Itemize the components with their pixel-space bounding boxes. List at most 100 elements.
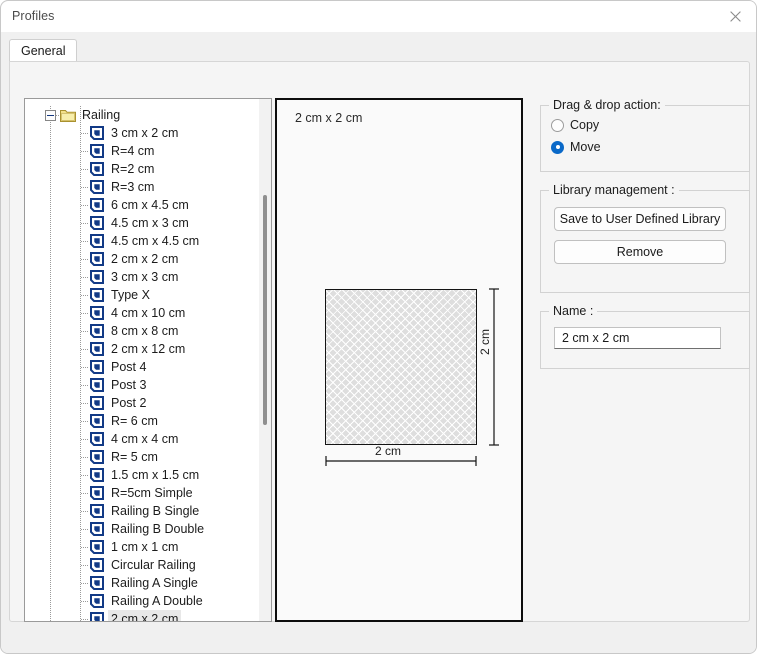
tree-row[interactable]: R=3 cm xyxy=(25,178,261,196)
tree-row[interactable]: R= 5 cm xyxy=(25,448,261,466)
tree-row[interactable]: Post 4 xyxy=(25,358,261,376)
tree-connector xyxy=(81,457,88,458)
tree-row[interactable]: 3 cm x 3 cm xyxy=(25,268,261,286)
tab-general[interactable]: General xyxy=(9,39,77,62)
radio-move[interactable]: Move xyxy=(551,140,601,154)
tree-connector xyxy=(81,619,88,620)
title-bar: Profiles xyxy=(1,1,757,32)
tree-row-label: Railing B Double xyxy=(108,520,207,538)
tree-row-label: 8 cm x 8 cm xyxy=(108,322,181,340)
profile-item-icon xyxy=(90,594,104,608)
name-input[interactable]: 2 cm x 2 cm xyxy=(554,327,721,349)
tree-row[interactable]: R=5cm Simple xyxy=(25,484,261,502)
tree-connector xyxy=(81,439,88,440)
profile-item-icon xyxy=(90,162,104,176)
profile-item-icon xyxy=(90,306,104,320)
tree-row-label: Post 3 xyxy=(108,376,149,394)
tree-row-label: Post 4 xyxy=(108,358,149,376)
radio-copy[interactable]: Copy xyxy=(551,118,599,132)
profile-item-icon xyxy=(90,360,104,374)
tree-row-label: 2 cm x 2 cm xyxy=(108,250,181,268)
profile-item-icon xyxy=(90,540,104,554)
tree-row[interactable]: 3 cm x 2 cm xyxy=(25,124,261,142)
profile-item-icon xyxy=(90,396,104,410)
tree-connector xyxy=(81,313,88,314)
tree-row[interactable]: Railing B Double xyxy=(25,520,261,538)
tree-row[interactable]: 2 cm x 12 cm xyxy=(25,340,261,358)
tree-row-label: R=3 cm xyxy=(108,178,157,196)
drag-drop-group-title: Drag & drop action: xyxy=(549,98,665,112)
tree-row-label: 1.5 cm x 1.5 cm xyxy=(108,466,202,484)
radio-move-mark xyxy=(551,141,564,154)
tree-connector xyxy=(81,565,88,566)
tree-row-label: R=2 cm xyxy=(108,160,157,178)
profile-item-icon xyxy=(90,288,104,302)
tree-connector xyxy=(81,547,88,548)
close-icon xyxy=(730,11,741,22)
radio-copy-label: Copy xyxy=(570,118,599,132)
tree-row[interactable]: 4 cm x 10 cm xyxy=(25,304,261,322)
tree-connector xyxy=(81,241,88,242)
tree-connector xyxy=(81,349,88,350)
tree-row-label: Railing A Single xyxy=(108,574,201,592)
profile-item-icon xyxy=(90,468,104,482)
profile-item-icon xyxy=(90,180,104,194)
profile-item-icon xyxy=(90,216,104,230)
tree-row[interactable]: 8 cm x 8 cm xyxy=(25,322,261,340)
tree-row[interactable]: Post 2 xyxy=(25,394,261,412)
preview-height-label: 2 cm xyxy=(478,329,492,355)
tree-items-container: Railing3 cm x 2 cmR=4 cmR=2 cmR=3 cm6 cm… xyxy=(25,106,261,622)
tree-row[interactable]: Post 3 xyxy=(25,376,261,394)
profile-item-icon xyxy=(90,270,104,284)
expander-collapse-icon[interactable] xyxy=(45,110,56,121)
tree-row[interactable]: Railing B Single xyxy=(25,502,261,520)
tree-row[interactable]: R=4 cm xyxy=(25,142,261,160)
profile-item-icon xyxy=(90,126,104,140)
tree-row-label: R= 6 cm xyxy=(108,412,161,430)
tree-row[interactable]: R= 6 cm xyxy=(25,412,261,430)
profile-item-icon xyxy=(90,324,104,338)
profile-item-icon xyxy=(90,252,104,266)
remove-button-label: Remove xyxy=(617,245,664,259)
profile-item-icon xyxy=(90,450,104,464)
dimension-lines xyxy=(277,100,521,620)
tree-scroll-viewport: Railing3 cm x 2 cmR=4 cmR=2 cmR=3 cm6 cm… xyxy=(25,99,272,622)
tree-connector xyxy=(81,169,88,170)
tree-row[interactable]: Railing A Single xyxy=(25,574,261,592)
tree-vertical-scrollbar[interactable] xyxy=(259,99,271,622)
tree-row[interactable]: 1.5 cm x 1.5 cm xyxy=(25,466,261,484)
tree-row[interactable]: 4.5 cm x 3 cm xyxy=(25,214,261,232)
tree-row[interactable]: 2 cm x 2 cm xyxy=(25,610,261,622)
tree-row[interactable]: 4.5 cm x 4.5 cm xyxy=(25,232,261,250)
tree-row-label: R= 5 cm xyxy=(108,448,161,466)
tree-row[interactable]: Railing A Double xyxy=(25,592,261,610)
save-to-user-defined-library-label: Save to User Defined Library xyxy=(560,212,721,226)
profile-item-icon xyxy=(90,522,104,536)
tree-connector xyxy=(81,205,88,206)
save-to-user-defined-library-button[interactable]: Save to User Defined Library xyxy=(554,207,726,231)
tree-row-label: 4.5 cm x 4.5 cm xyxy=(108,232,202,250)
tree-connector xyxy=(81,259,88,260)
radio-move-label: Move xyxy=(570,140,601,154)
remove-button[interactable]: Remove xyxy=(554,240,726,264)
tree-row-label: R=4 cm xyxy=(108,142,157,160)
tree-row[interactable]: 2 cm x 2 cm xyxy=(25,250,261,268)
profile-preview-panel: 2 cm x 2 cm 2 cm 2 cm xyxy=(275,98,523,622)
close-button[interactable] xyxy=(712,1,757,32)
tree-connector xyxy=(81,421,88,422)
tree-row-label: Circular Railing xyxy=(108,556,199,574)
profile-item-icon xyxy=(90,378,104,392)
drag-drop-group: Drag & drop action: Copy Move xyxy=(540,105,750,172)
tree-row[interactable]: Type X xyxy=(25,286,261,304)
tree-row[interactable]: 6 cm x 4.5 cm xyxy=(25,196,261,214)
tree-row[interactable]: R=2 cm xyxy=(25,160,261,178)
tree-row[interactable]: Circular Railing xyxy=(25,556,261,574)
tree-row[interactable]: 4 cm x 4 cm xyxy=(25,430,261,448)
profile-item-icon xyxy=(90,144,104,158)
tree-connector xyxy=(81,475,88,476)
window-title: Profiles xyxy=(12,9,54,23)
tree-scroll-thumb[interactable] xyxy=(263,195,267,425)
tree-row[interactable]: 1 cm x 1 cm xyxy=(25,538,261,556)
profiles-tree[interactable]: Railing3 cm x 2 cmR=4 cmR=2 cmR=3 cm6 cm… xyxy=(24,98,272,622)
tree-row-root[interactable]: Railing xyxy=(25,106,261,124)
